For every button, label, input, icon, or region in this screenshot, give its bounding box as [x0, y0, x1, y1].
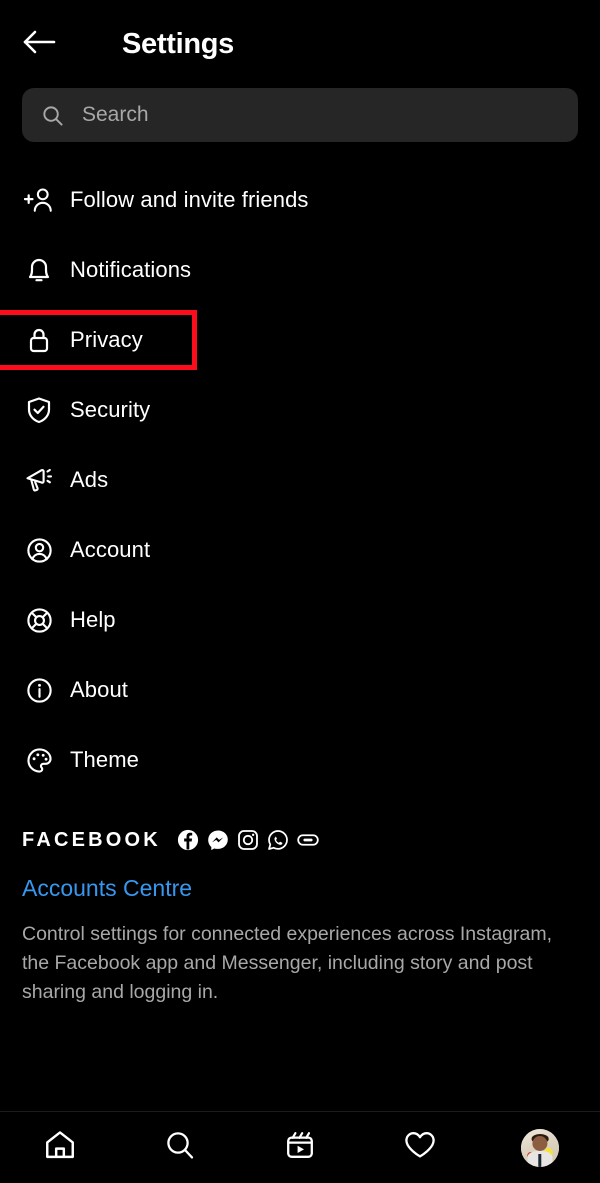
menu-item-label: Theme — [70, 747, 139, 772]
menu-item-security[interactable]: Security — [0, 375, 600, 445]
search-bar[interactable]: Search — [22, 88, 578, 142]
instagram-icon — [237, 829, 259, 851]
messenger-icon — [207, 829, 229, 851]
menu-item-label: Ads — [70, 467, 109, 492]
search-icon — [40, 103, 64, 127]
menu-item-notifications[interactable]: Notifications — [0, 235, 600, 305]
page-title: Settings — [122, 27, 234, 60]
nav-reels-button[interactable] — [270, 1118, 330, 1178]
menu-item-account[interactable]: Account — [0, 515, 600, 585]
menu-item-label: Follow and invite friends — [70, 187, 309, 212]
person-circle-icon — [22, 533, 56, 567]
lock-icon — [22, 323, 56, 357]
menu-item-label: Security — [70, 397, 151, 422]
nav-home-button[interactable] — [30, 1118, 90, 1178]
avatar-tie — [538, 1153, 542, 1167]
search-input[interactable]: Search — [82, 103, 149, 127]
nav-profile-button[interactable] — [510, 1118, 570, 1178]
menu-item-follow-and-invite-friends[interactable]: Follow and invite friends — [0, 165, 600, 235]
menu-item-label: Privacy — [70, 327, 143, 352]
reels-icon — [284, 1129, 316, 1166]
accounts-centre-link[interactable]: Accounts Centre — [22, 875, 578, 901]
facebook-brand-label: FACEBOOK — [22, 828, 161, 851]
info-circle-icon — [22, 673, 56, 707]
megaphone-icon — [22, 463, 56, 497]
menu-item-label: About — [70, 677, 128, 702]
facebook-brand-icons — [177, 829, 319, 851]
facebook-brand-row: FACEBOOK — [22, 823, 578, 857]
menu-item-theme[interactable]: Theme — [0, 725, 600, 795]
facebook-section-description: Control settings for connected experienc… — [22, 923, 553, 1004]
facebook-icon — [177, 829, 199, 851]
heart-icon — [403, 1129, 437, 1166]
arrow-left-icon — [22, 27, 56, 62]
settings-menu: Follow and invite friends Notifications … — [0, 165, 600, 795]
home-icon — [43, 1128, 77, 1167]
bottom-navigation-bar — [0, 1111, 600, 1183]
back-button[interactable] — [22, 23, 64, 65]
facebook-section: FACEBOOK Accounts Centre Control setting… — [0, 823, 600, 1007]
menu-item-ads[interactable]: Ads — [0, 445, 600, 515]
search-section: Search — [0, 88, 600, 142]
whatsapp-icon — [267, 829, 289, 851]
nav-activity-button[interactable] — [390, 1118, 450, 1178]
person-add-icon — [22, 183, 56, 217]
life-ring-icon — [22, 603, 56, 637]
menu-item-help[interactable]: Help — [0, 585, 600, 655]
nav-search-button[interactable] — [150, 1118, 210, 1178]
settings-screen: Settings Search Follow and invite friend… — [0, 0, 600, 1183]
menu-item-about[interactable]: About — [0, 655, 600, 725]
menu-item-label: Account — [70, 537, 151, 562]
menu-item-privacy[interactable]: Privacy — [0, 305, 600, 375]
shield-check-icon — [22, 393, 56, 427]
avatar — [521, 1128, 559, 1167]
search-icon — [164, 1129, 196, 1166]
menu-item-label: Notifications — [70, 257, 192, 282]
palette-icon — [22, 743, 56, 777]
bell-icon — [22, 253, 56, 287]
menu-item-label: Help — [70, 607, 116, 632]
oculus-icon — [297, 829, 319, 851]
header: Settings — [0, 0, 600, 88]
